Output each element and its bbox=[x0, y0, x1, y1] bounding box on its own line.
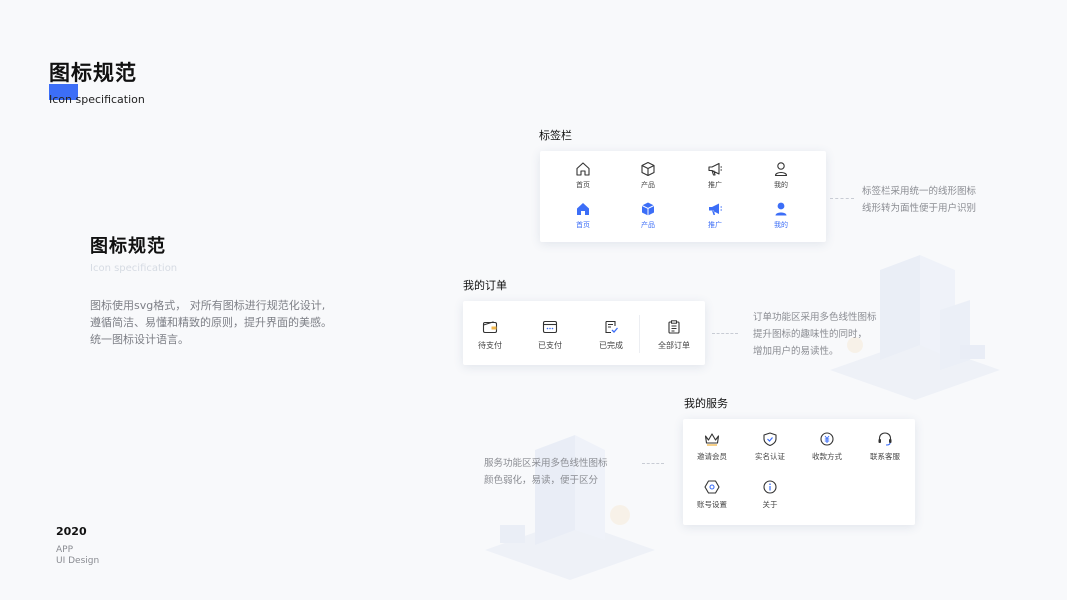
order-all[interactable]: 全部订单 bbox=[639, 320, 709, 351]
tab-promote-filled[interactable]: 推广 bbox=[680, 201, 750, 230]
tab-home-filled[interactable]: 首页 bbox=[548, 201, 618, 230]
tab-promote-outline[interactable]: 推广 bbox=[680, 161, 750, 190]
isometric-illustration-left bbox=[485, 435, 655, 580]
order-paid[interactable]: 已支付 bbox=[515, 320, 585, 351]
services-section-label: 我的服务 bbox=[684, 397, 728, 410]
tab-mine-outline[interactable]: 我的 bbox=[746, 161, 816, 190]
service-label: 关于 bbox=[762, 500, 778, 509]
intro-subtitle: Icon specification bbox=[90, 263, 178, 274]
service-contact-support[interactable]: 联系客服 bbox=[850, 432, 920, 462]
tab-product-outline[interactable]: 产品 bbox=[613, 161, 683, 190]
tabbar-connector bbox=[830, 198, 854, 199]
tab-mine-filled[interactable]: 我的 bbox=[746, 201, 816, 230]
note-line: 服务功能区采用多色线性图标 bbox=[484, 458, 608, 469]
intro-line: 遵循简洁、易懂和精致的原则，提升界面的美感。 bbox=[90, 316, 332, 329]
intro-line: 图标使用svg格式， 对所有图标进行规范化设计, bbox=[90, 299, 326, 312]
note-line: 线形转为面性便于用户识别 bbox=[862, 203, 977, 214]
home-icon bbox=[577, 203, 589, 215]
tab-label: 我的 bbox=[774, 221, 788, 229]
note-line: 提升图标的趣味性的同时， bbox=[753, 329, 868, 340]
service-label: 联系客服 bbox=[870, 452, 900, 461]
settings-hexagon-icon bbox=[704, 480, 720, 494]
intro-description: 图标使用svg格式， 对所有图标进行规范化设计, 遵循简洁、易懂和精致的原则，提… bbox=[90, 297, 350, 348]
orders-note: 订单功能区采用多色线性图标 提升图标的趣味性的同时， 增加用户的易读性。 bbox=[753, 309, 877, 360]
service-about[interactable]: 关于 bbox=[735, 480, 805, 510]
user-icon bbox=[775, 202, 787, 216]
service-label: 实名认证 bbox=[755, 452, 785, 461]
crown-icon bbox=[704, 433, 720, 446]
order-label: 已支付 bbox=[538, 341, 562, 350]
clipboard-icon bbox=[668, 320, 680, 334]
cube-icon bbox=[641, 202, 655, 216]
megaphone-icon bbox=[708, 162, 722, 176]
service-label: 收款方式 bbox=[812, 452, 842, 461]
tabbar-card: 首页 产品 推广 我的 首页 产品 推广 我的 bbox=[540, 151, 826, 242]
order-completed[interactable]: 已完成 bbox=[576, 320, 646, 351]
card-icon bbox=[542, 320, 558, 334]
note-line: 订单功能区采用多色线性图标 bbox=[753, 312, 877, 323]
footer-line-design: UI Design bbox=[56, 556, 100, 566]
tab-label: 推广 bbox=[708, 181, 722, 189]
services-card: 邀请会员 实名认证 收款方式 联系客服 账号设置 关于 bbox=[683, 419, 915, 525]
shield-check-icon bbox=[763, 432, 777, 446]
tab-product-filled[interactable]: 产品 bbox=[613, 201, 683, 230]
headset-icon bbox=[878, 432, 892, 446]
footer-line-app: APP bbox=[56, 545, 74, 555]
intro-line: 统一图标设计语言。 bbox=[90, 333, 189, 346]
orders-card: 待支付 已支付 已完成 全部订单 bbox=[463, 301, 705, 365]
services-note: 服务功能区采用多色线性图标 颜色弱化，易读，便于区分 bbox=[484, 455, 608, 489]
note-line: 标签栏采用统一的线形图标 bbox=[862, 186, 977, 197]
intro-title: 图标规范 bbox=[90, 236, 166, 257]
wallet-icon bbox=[482, 321, 498, 334]
service-label: 账号设置 bbox=[697, 500, 727, 509]
checklist-icon bbox=[605, 320, 618, 334]
order-label: 待支付 bbox=[478, 341, 502, 350]
tab-home-outline[interactable]: 首页 bbox=[548, 161, 618, 190]
orders-connector bbox=[712, 333, 738, 334]
tab-label: 推广 bbox=[708, 221, 722, 229]
home-icon bbox=[576, 162, 590, 176]
order-label: 全部订单 bbox=[658, 341, 690, 350]
note-line: 颜色弱化，易读，便于区分 bbox=[484, 475, 599, 486]
tabbar-section-label: 标签栏 bbox=[539, 129, 572, 142]
tab-label: 产品 bbox=[641, 221, 655, 229]
note-line: 增加用户的易读性。 bbox=[753, 346, 839, 357]
tab-label: 我的 bbox=[774, 181, 788, 189]
tab-label: 首页 bbox=[576, 181, 590, 189]
megaphone-icon bbox=[709, 203, 722, 215]
tabbar-note: 标签栏采用统一的线形图标 线形转为面性便于用户识别 bbox=[862, 183, 976, 217]
user-icon bbox=[774, 162, 788, 177]
page-title: 图标规范 bbox=[49, 61, 137, 85]
tab-label: 产品 bbox=[641, 181, 655, 189]
coin-icon bbox=[820, 432, 834, 446]
footer-year: 2020 bbox=[56, 525, 87, 538]
service-label: 邀请会员 bbox=[697, 452, 727, 461]
services-connector bbox=[642, 463, 664, 464]
orders-section-label: 我的订单 bbox=[463, 279, 507, 292]
info-icon bbox=[763, 480, 777, 494]
tab-label: 首页 bbox=[576, 221, 590, 229]
order-label: 已完成 bbox=[599, 341, 623, 350]
page-subtitle: Icon specification bbox=[49, 93, 145, 106]
cube-icon bbox=[641, 161, 655, 177]
